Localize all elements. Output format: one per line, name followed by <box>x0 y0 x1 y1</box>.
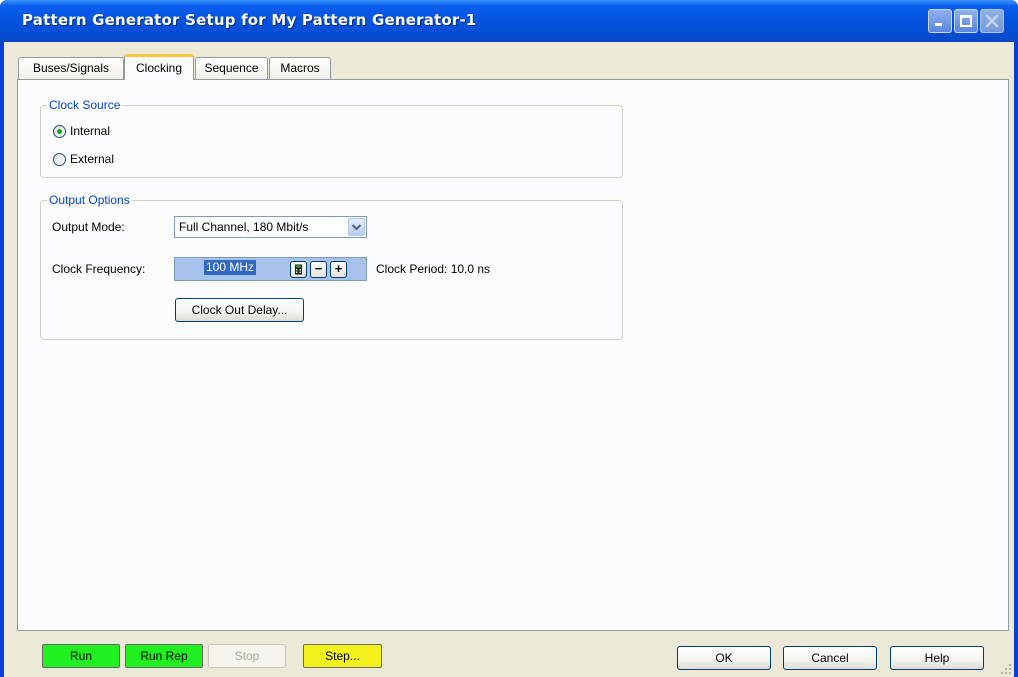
close-icon <box>985 14 999 28</box>
tab-label: Sequence <box>204 61 259 75</box>
radio-label-external: External <box>70 152 115 166</box>
clock-out-delay-button[interactable]: Clock Out Delay... <box>175 298 304 322</box>
radio-internal[interactable]: Internal <box>53 122 110 140</box>
clocking-tab-panel: Clock Source Internal External Output Op… <box>17 79 1009 631</box>
output-options-group: Output Options Output Mode: Full Channel… <box>40 193 623 340</box>
calculator-icon <box>295 264 302 275</box>
run-rep-button[interactable]: Run Rep <box>125 644 203 668</box>
output-mode-label: Output Mode: <box>52 220 125 234</box>
tab-sequence[interactable]: Sequence <box>195 57 268 79</box>
cancel-button[interactable]: Cancel <box>783 646 877 670</box>
clock-period-text: Clock Period: 10.0 ns <box>376 262 491 276</box>
help-button[interactable]: Help <box>890 646 984 670</box>
window-title: Pattern Generator Setup for My Pattern G… <box>22 11 477 29</box>
close-button[interactable] <box>980 9 1004 33</box>
tab-label: Buses/Signals <box>32 61 110 75</box>
calculator-button[interactable] <box>290 261 307 278</box>
radio-button-external[interactable] <box>53 152 66 166</box>
tab-label: Macros <box>280 61 320 75</box>
title-bar[interactable]: Pattern Generator Setup for My Pattern G… <box>0 0 1018 42</box>
tab-buses-signals[interactable]: Buses/Signals <box>18 57 124 79</box>
resize-grip-icon[interactable] <box>1000 663 1012 675</box>
radio-external[interactable]: External <box>53 150 114 168</box>
dialog-window: Pattern Generator Setup for My Pattern G… <box>0 0 1018 677</box>
decrement-button[interactable]: − <box>310 261 327 278</box>
tab-clocking[interactable]: Clocking <box>124 54 194 80</box>
tab-label: Clocking <box>135 61 183 75</box>
output-options-title: Output Options <box>47 193 132 207</box>
step-button[interactable]: Step... <box>303 644 382 668</box>
stop-button[interactable]: Stop <box>208 644 286 668</box>
clock-frequency-value: 100 MHz <box>204 260 257 275</box>
minimize-button[interactable] <box>928 9 952 33</box>
run-button[interactable]: Run <box>42 644 120 668</box>
increment-button[interactable]: + <box>330 261 347 278</box>
clock-source-title: Clock Source <box>47 98 123 112</box>
dialog-body: Buses/Signals Clocking Sequence Macros C… <box>4 42 1014 677</box>
clock-frequency-input[interactable]: 100 MHz − + <box>174 257 367 281</box>
ok-button[interactable]: OK <box>677 646 771 670</box>
output-mode-select[interactable]: Full Channel, 180 Mbit/s <box>174 216 367 238</box>
radio-button-internal[interactable] <box>53 124 66 138</box>
output-mode-value: Full Channel, 180 Mbit/s <box>179 220 309 234</box>
clock-source-group: Clock Source Internal External <box>40 98 623 178</box>
chevron-down-icon[interactable] <box>348 218 365 236</box>
clock-frequency-label: Clock Frequency: <box>52 262 146 276</box>
tab-macros[interactable]: Macros <box>269 57 331 79</box>
maximize-button[interactable] <box>954 9 978 33</box>
radio-label-internal: Internal <box>70 124 111 138</box>
